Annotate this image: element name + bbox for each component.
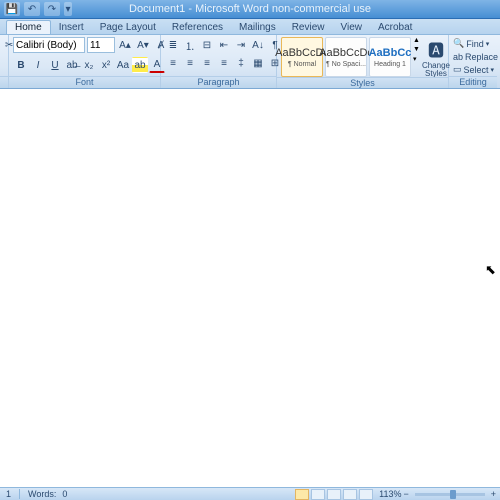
tab-mailings[interactable]: Mailings	[231, 21, 284, 34]
zoom-slider[interactable]	[415, 493, 485, 496]
bullets-button[interactable]: ≣	[165, 37, 181, 53]
save-icon[interactable]: 💾	[4, 2, 20, 16]
multilevel-list-button[interactable]: ⊟	[199, 37, 215, 53]
ribbon-tabs: Home Insert Page Layout References Maili…	[0, 19, 500, 35]
words-count[interactable]: 0	[62, 489, 67, 499]
style-label: ¶ No Spaci...	[326, 61, 366, 68]
subscript-button[interactable]: x₂	[81, 57, 97, 73]
font-family-select[interactable]	[13, 37, 85, 53]
select-icon: ▭	[453, 64, 462, 75]
styles-gallery-expand[interactable]: ▲ ▼ ▾	[413, 37, 420, 63]
view-print-layout-button[interactable]	[295, 489, 309, 500]
select-button[interactable]: ▭Select▾	[453, 63, 494, 76]
group-paragraph: ≣ ⒈ ⊟ ⇤ ⇥ A↓ ¶ ≡ ≡ ≡ ≡ ‡ ▦ ⊞ Paragraph	[161, 35, 277, 88]
group-editing: 🔍Find▾ abReplace ▭Select▾ Editing	[449, 35, 497, 88]
qat-customize-icon[interactable]: ▾	[64, 2, 72, 16]
tab-view[interactable]: View	[333, 21, 371, 34]
group-label-editing: Editing	[449, 76, 497, 88]
bold-button[interactable]: B	[13, 57, 29, 73]
numbering-button[interactable]: ⒈	[182, 37, 198, 53]
status-bar: 1 Words: 0 113% − +	[0, 487, 500, 500]
tab-references[interactable]: References	[164, 21, 231, 34]
find-button[interactable]: 🔍Find▾	[453, 37, 489, 50]
italic-button[interactable]: I	[30, 57, 46, 73]
font-size-select[interactable]	[87, 37, 115, 53]
select-label: Select	[464, 65, 489, 75]
app-name: Microsoft Word non-commercial use	[195, 3, 371, 15]
highlight-button[interactable]: ab	[132, 57, 148, 73]
zoom-level[interactable]: 113%	[379, 489, 401, 499]
align-left-button[interactable]: ≡	[165, 55, 181, 71]
status-page[interactable]: 1	[6, 489, 11, 499]
style-preview: AaBbCcDc	[319, 47, 373, 59]
find-icon: 🔍	[453, 38, 464, 49]
divider	[19, 489, 20, 499]
decrease-indent-button[interactable]: ⇤	[216, 37, 232, 53]
style-no-spacing[interactable]: AaBbCcDc ¶ No Spaci...	[325, 37, 367, 77]
title-bar: 💾 ↶ ↷ ▾ Document1 - Microsoft Word non-c…	[0, 0, 500, 19]
change-case-button[interactable]: Aa	[115, 57, 131, 73]
chevron-up-icon: ▲	[413, 37, 420, 44]
group-styles: AaBbCcDc ¶ Normal AaBbCcDc ¶ No Spaci...…	[277, 35, 449, 88]
tab-acrobat[interactable]: Acrobat	[370, 21, 420, 34]
replace-button[interactable]: abReplace	[453, 50, 498, 63]
redo-icon[interactable]: ↷	[44, 2, 60, 16]
group-label-styles: Styles	[277, 77, 448, 88]
style-preview: AaBbCc	[369, 47, 412, 59]
view-full-screen-button[interactable]	[311, 489, 325, 500]
tab-page-layout[interactable]: Page Layout	[92, 21, 164, 34]
document-name: Document1	[129, 3, 185, 15]
words-label: Words:	[28, 489, 56, 499]
change-styles-label: Change Styles	[422, 62, 450, 78]
sort-button[interactable]: A↓	[250, 37, 266, 53]
tab-home[interactable]: Home	[6, 20, 51, 34]
shading-button[interactable]: ▦	[250, 55, 266, 71]
align-center-button[interactable]: ≡	[182, 55, 198, 71]
window-title: Document1 - Microsoft Word non-commercia…	[129, 3, 371, 15]
more-icon: ▾	[413, 55, 420, 63]
style-heading-1[interactable]: AaBbCc Heading 1	[369, 37, 411, 77]
quick-access-toolbar: 💾 ↶ ↷ ▾	[0, 2, 72, 16]
change-styles-button[interactable]: 🅰 Change Styles	[422, 37, 450, 77]
style-label: ¶ Normal	[288, 61, 316, 68]
view-web-layout-button[interactable]	[327, 489, 341, 500]
tab-review[interactable]: Review	[284, 21, 333, 34]
find-label: Find	[466, 39, 484, 49]
group-clipboard-edge: ✂	[0, 35, 9, 88]
view-draft-button[interactable]	[359, 489, 373, 500]
view-outline-button[interactable]	[343, 489, 357, 500]
change-styles-icon: 🅰	[428, 37, 444, 61]
justify-button[interactable]: ≡	[216, 55, 232, 71]
group-label-paragraph: Paragraph	[161, 76, 276, 88]
zoom-out-button[interactable]: −	[403, 489, 408, 499]
grow-font-icon[interactable]: A▴	[117, 37, 133, 53]
undo-icon[interactable]: ↶	[24, 2, 40, 16]
style-label: Heading 1	[374, 61, 406, 68]
line-spacing-button[interactable]: ‡	[233, 55, 249, 71]
increase-indent-button[interactable]: ⇥	[233, 37, 249, 53]
chevron-down-icon: ▼	[413, 46, 420, 53]
group-label-font: Font	[9, 76, 160, 88]
tab-insert[interactable]: Insert	[51, 21, 92, 34]
ribbon: ✂ A▴ A▾ Ⱥ B I U ab̶ x₂ x² Aa ab A	[0, 35, 500, 89]
style-normal[interactable]: AaBbCcDc ¶ Normal	[281, 37, 323, 77]
group-font: A▴ A▾ Ⱥ B I U ab̶ x₂ x² Aa ab A Font	[9, 35, 161, 88]
superscript-button[interactable]: x²	[98, 57, 114, 73]
underline-button[interactable]: U	[47, 57, 63, 73]
zoom-slider-thumb[interactable]	[450, 490, 456, 499]
replace-icon: ab	[453, 52, 463, 62]
shrink-font-icon[interactable]: A▾	[135, 37, 151, 53]
strikethrough-button[interactable]: ab̶	[64, 57, 80, 73]
align-right-button[interactable]: ≡	[199, 55, 215, 71]
replace-label: Replace	[465, 52, 498, 62]
document-canvas[interactable]	[0, 89, 500, 487]
zoom-in-button[interactable]: +	[491, 489, 496, 499]
